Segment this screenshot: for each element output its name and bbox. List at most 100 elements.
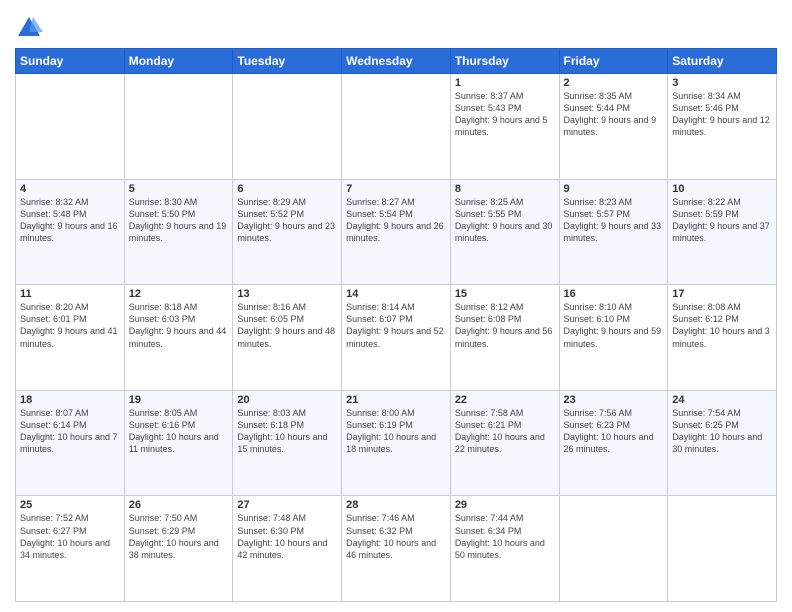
day-number: 23 [564, 394, 664, 406]
day-info: Sunrise: 8:22 AM Sunset: 5:59 PM Dayligh… [672, 196, 772, 245]
day-info: Sunrise: 8:34 AM Sunset: 5:46 PM Dayligh… [672, 90, 772, 139]
day-info: Sunrise: 7:56 AM Sunset: 6:23 PM Dayligh… [564, 407, 664, 456]
calendar-cell: 17Sunrise: 8:08 AM Sunset: 6:12 PM Dayli… [668, 285, 777, 391]
day-number: 19 [129, 394, 229, 406]
calendar-day-header: Wednesday [342, 49, 451, 74]
calendar-cell [124, 74, 233, 180]
day-info: Sunrise: 7:52 AM Sunset: 6:27 PM Dayligh… [20, 512, 120, 561]
day-info: Sunrise: 8:27 AM Sunset: 5:54 PM Dayligh… [346, 196, 446, 245]
calendar-cell: 12Sunrise: 8:18 AM Sunset: 6:03 PM Dayli… [124, 285, 233, 391]
day-info: Sunrise: 8:30 AM Sunset: 5:50 PM Dayligh… [129, 196, 229, 245]
calendar-cell: 14Sunrise: 8:14 AM Sunset: 6:07 PM Dayli… [342, 285, 451, 391]
day-number: 21 [346, 394, 446, 406]
day-info: Sunrise: 8:35 AM Sunset: 5:44 PM Dayligh… [564, 90, 664, 139]
day-info: Sunrise: 8:10 AM Sunset: 6:10 PM Dayligh… [564, 301, 664, 350]
logo [15, 14, 47, 42]
day-info: Sunrise: 7:58 AM Sunset: 6:21 PM Dayligh… [455, 407, 555, 456]
day-number: 18 [20, 394, 120, 406]
day-number: 3 [672, 77, 772, 89]
calendar-cell: 1Sunrise: 8:37 AM Sunset: 5:43 PM Daylig… [450, 74, 559, 180]
header [15, 10, 777, 42]
calendar-cell: 2Sunrise: 8:35 AM Sunset: 5:44 PM Daylig… [559, 74, 668, 180]
day-number: 4 [20, 183, 120, 195]
day-number: 22 [455, 394, 555, 406]
day-number: 2 [564, 77, 664, 89]
calendar-day-header: Monday [124, 49, 233, 74]
day-info: Sunrise: 8:12 AM Sunset: 6:08 PM Dayligh… [455, 301, 555, 350]
day-number: 26 [129, 499, 229, 511]
day-info: Sunrise: 8:20 AM Sunset: 6:01 PM Dayligh… [20, 301, 120, 350]
day-number: 29 [455, 499, 555, 511]
calendar-week-row: 4Sunrise: 8:32 AM Sunset: 5:48 PM Daylig… [16, 179, 777, 285]
calendar-cell: 23Sunrise: 7:56 AM Sunset: 6:23 PM Dayli… [559, 390, 668, 496]
day-info: Sunrise: 7:48 AM Sunset: 6:30 PM Dayligh… [237, 512, 337, 561]
day-info: Sunrise: 8:29 AM Sunset: 5:52 PM Dayligh… [237, 196, 337, 245]
day-number: 14 [346, 288, 446, 300]
day-info: Sunrise: 7:46 AM Sunset: 6:32 PM Dayligh… [346, 512, 446, 561]
day-number: 27 [237, 499, 337, 511]
calendar-cell: 8Sunrise: 8:25 AM Sunset: 5:55 PM Daylig… [450, 179, 559, 285]
day-info: Sunrise: 7:54 AM Sunset: 6:25 PM Dayligh… [672, 407, 772, 456]
day-number: 25 [20, 499, 120, 511]
calendar-cell: 11Sunrise: 8:20 AM Sunset: 6:01 PM Dayli… [16, 285, 125, 391]
day-number: 5 [129, 183, 229, 195]
day-info: Sunrise: 8:18 AM Sunset: 6:03 PM Dayligh… [129, 301, 229, 350]
calendar-cell: 22Sunrise: 7:58 AM Sunset: 6:21 PM Dayli… [450, 390, 559, 496]
calendar-cell: 16Sunrise: 8:10 AM Sunset: 6:10 PM Dayli… [559, 285, 668, 391]
calendar-cell [668, 496, 777, 602]
day-info: Sunrise: 8:23 AM Sunset: 5:57 PM Dayligh… [564, 196, 664, 245]
day-info: Sunrise: 8:25 AM Sunset: 5:55 PM Dayligh… [455, 196, 555, 245]
day-number: 10 [672, 183, 772, 195]
calendar-header-row: SundayMondayTuesdayWednesdayThursdayFrid… [16, 49, 777, 74]
calendar-cell [559, 496, 668, 602]
day-info: Sunrise: 8:00 AM Sunset: 6:19 PM Dayligh… [346, 407, 446, 456]
day-info: Sunrise: 8:03 AM Sunset: 6:18 PM Dayligh… [237, 407, 337, 456]
calendar-cell [16, 74, 125, 180]
calendar-cell: 4Sunrise: 8:32 AM Sunset: 5:48 PM Daylig… [16, 179, 125, 285]
calendar-cell: 10Sunrise: 8:22 AM Sunset: 5:59 PM Dayli… [668, 179, 777, 285]
day-number: 13 [237, 288, 337, 300]
calendar-table: SundayMondayTuesdayWednesdayThursdayFrid… [15, 48, 777, 602]
calendar-cell: 21Sunrise: 8:00 AM Sunset: 6:19 PM Dayli… [342, 390, 451, 496]
day-number: 1 [455, 77, 555, 89]
day-number: 15 [455, 288, 555, 300]
calendar-cell: 28Sunrise: 7:46 AM Sunset: 6:32 PM Dayli… [342, 496, 451, 602]
calendar-day-header: Saturday [668, 49, 777, 74]
calendar-day-header: Thursday [450, 49, 559, 74]
day-info: Sunrise: 8:08 AM Sunset: 6:12 PM Dayligh… [672, 301, 772, 350]
day-info: Sunrise: 7:50 AM Sunset: 6:29 PM Dayligh… [129, 512, 229, 561]
calendar-cell: 29Sunrise: 7:44 AM Sunset: 6:34 PM Dayli… [450, 496, 559, 602]
calendar-cell: 13Sunrise: 8:16 AM Sunset: 6:05 PM Dayli… [233, 285, 342, 391]
calendar-cell: 24Sunrise: 7:54 AM Sunset: 6:25 PM Dayli… [668, 390, 777, 496]
calendar-cell: 5Sunrise: 8:30 AM Sunset: 5:50 PM Daylig… [124, 179, 233, 285]
day-number: 9 [564, 183, 664, 195]
calendar-cell: 3Sunrise: 8:34 AM Sunset: 5:46 PM Daylig… [668, 74, 777, 180]
day-info: Sunrise: 8:32 AM Sunset: 5:48 PM Dayligh… [20, 196, 120, 245]
calendar-cell: 19Sunrise: 8:05 AM Sunset: 6:16 PM Dayli… [124, 390, 233, 496]
calendar-day-header: Friday [559, 49, 668, 74]
calendar-cell: 18Sunrise: 8:07 AM Sunset: 6:14 PM Dayli… [16, 390, 125, 496]
day-number: 28 [346, 499, 446, 511]
calendar-cell: 15Sunrise: 8:12 AM Sunset: 6:08 PM Dayli… [450, 285, 559, 391]
day-info: Sunrise: 8:14 AM Sunset: 6:07 PM Dayligh… [346, 301, 446, 350]
day-info: Sunrise: 7:44 AM Sunset: 6:34 PM Dayligh… [455, 512, 555, 561]
calendar-cell [233, 74, 342, 180]
calendar-week-row: 18Sunrise: 8:07 AM Sunset: 6:14 PM Dayli… [16, 390, 777, 496]
calendar-cell: 9Sunrise: 8:23 AM Sunset: 5:57 PM Daylig… [559, 179, 668, 285]
calendar-cell: 25Sunrise: 7:52 AM Sunset: 6:27 PM Dayli… [16, 496, 125, 602]
day-info: Sunrise: 8:05 AM Sunset: 6:16 PM Dayligh… [129, 407, 229, 456]
calendar-day-header: Tuesday [233, 49, 342, 74]
day-info: Sunrise: 8:07 AM Sunset: 6:14 PM Dayligh… [20, 407, 120, 456]
day-number: 6 [237, 183, 337, 195]
day-number: 24 [672, 394, 772, 406]
calendar-cell [342, 74, 451, 180]
calendar-day-header: Sunday [16, 49, 125, 74]
day-number: 7 [346, 183, 446, 195]
calendar-week-row: 11Sunrise: 8:20 AM Sunset: 6:01 PM Dayli… [16, 285, 777, 391]
calendar-cell: 20Sunrise: 8:03 AM Sunset: 6:18 PM Dayli… [233, 390, 342, 496]
calendar-cell: 6Sunrise: 8:29 AM Sunset: 5:52 PM Daylig… [233, 179, 342, 285]
day-number: 17 [672, 288, 772, 300]
day-number: 8 [455, 183, 555, 195]
calendar-cell: 7Sunrise: 8:27 AM Sunset: 5:54 PM Daylig… [342, 179, 451, 285]
calendar-week-row: 1Sunrise: 8:37 AM Sunset: 5:43 PM Daylig… [16, 74, 777, 180]
